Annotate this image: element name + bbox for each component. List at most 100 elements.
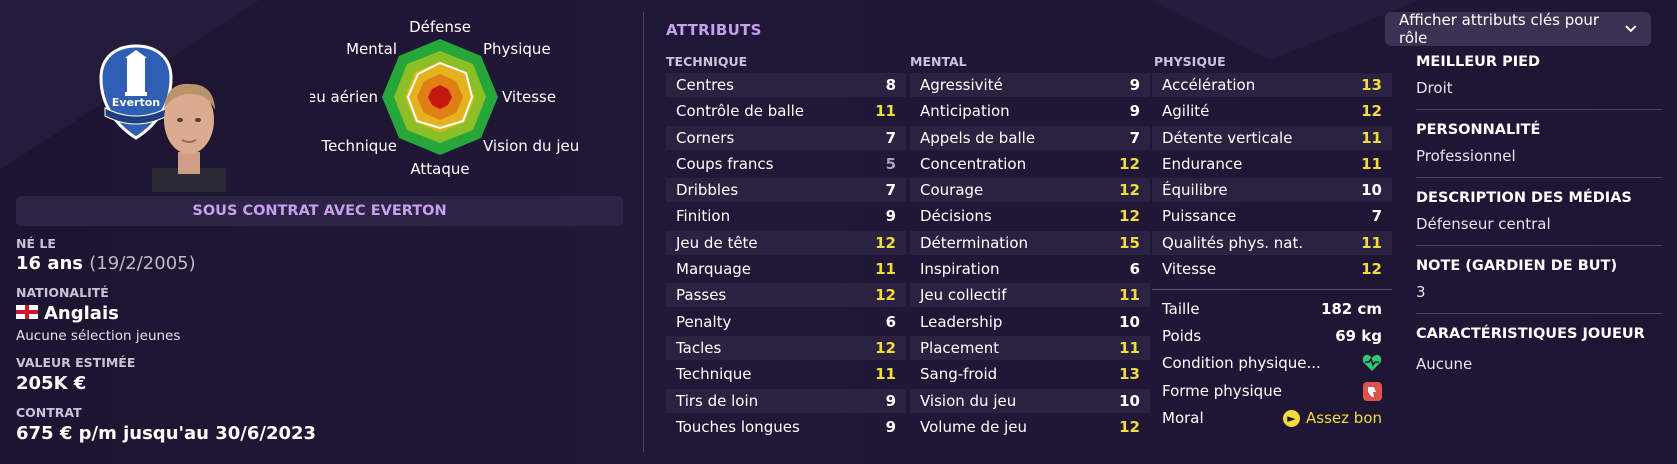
england-flag-icon (16, 305, 38, 319)
attribute-value: 12 (875, 338, 896, 357)
attribute-row[interactable]: Centres 8 (666, 73, 906, 97)
radar-label-mental: Mental (346, 40, 397, 58)
value-label: VALEUR ESTIMÉE (16, 355, 136, 370)
contract-banner-text: SOUS CONTRAT AVEC EVERTON (192, 203, 447, 219)
attribute-value: 12 (1119, 207, 1140, 226)
attribute-value: 12 (1361, 102, 1382, 121)
attribute-value: 5 (885, 154, 896, 173)
attribute-row[interactable]: Finition 9 (666, 204, 906, 228)
attribute-name: Centres (676, 76, 734, 94)
form-row[interactable]: Forme physique (1152, 378, 1392, 404)
attribute-row[interactable]: Décisions 12 (910, 204, 1150, 228)
attribute-name: Dribbles (676, 181, 739, 200)
attribute-value: 12 (1119, 181, 1140, 200)
attribute-value: 9 (1129, 102, 1140, 121)
attribute-row[interactable]: Contrôle de balle 11 (666, 99, 906, 123)
attribute-row[interactable]: Puissance 7 (1152, 204, 1392, 228)
attribute-row[interactable]: Vitesse 12 (1152, 257, 1392, 281)
attribute-value: 11 (1119, 338, 1140, 357)
attribute-row[interactable]: Dribbles 7 (666, 178, 906, 203)
contract-banner[interactable]: SOUS CONTRAT AVEC EVERTON (16, 196, 623, 226)
attribute-row[interactable]: Agilité 12 (1152, 99, 1392, 123)
dropdown-label: Afficher attributs clés pour rôle (1399, 11, 1600, 47)
sidebar-separator (1416, 109, 1662, 110)
player-portrait (152, 83, 226, 192)
attribute-row[interactable]: Appels de balle 7 (910, 125, 1150, 150)
attribute-row[interactable]: Courage 12 (910, 178, 1150, 203)
attributes-title: ATTRIBUTS (666, 21, 762, 39)
personality-value[interactable]: Professionnel (1416, 147, 1516, 165)
attribute-row[interactable]: Qualités phys. nat. 11 (1152, 230, 1392, 255)
attribute-row[interactable]: Tacles 12 (666, 335, 906, 360)
physique-list: Accélération 13 Agilité 12 Détente verticale… (1152, 73, 1392, 283)
attribute-value: 12 (875, 233, 896, 252)
attribute-value: 7 (1129, 128, 1140, 147)
radar-label-attaque: Attaque (410, 160, 469, 178)
attribute-row[interactable]: Leadership 10 (910, 310, 1150, 334)
attribute-row[interactable]: Tirs de loin 9 (666, 388, 906, 413)
attribute-row[interactable]: Équilibre 10 (1152, 178, 1392, 203)
attribute-name: Contrôle de balle (676, 102, 805, 121)
radar-label-vitesse: Vitesse (502, 88, 556, 106)
attribute-row[interactable]: Vision du jeu 10 (910, 388, 1150, 413)
radar-label-technique: Technique (320, 137, 397, 155)
attribute-name: Qualités phys. nat. (1162, 233, 1304, 252)
attribute-value: 7 (885, 181, 896, 200)
attribute-row[interactable]: Placement 11 (910, 335, 1150, 360)
gk-rating-label: NOTE (GARDIEN DE BUT) (1416, 258, 1618, 274)
attribute-row[interactable]: Technique 11 (666, 362, 906, 386)
attribute-value: 8 (885, 76, 896, 94)
condition-label: Condition physique... (1162, 354, 1321, 372)
attribute-row[interactable]: Anticipation 9 (910, 99, 1150, 123)
attribute-row[interactable]: Coups francs 5 (666, 152, 906, 176)
attribute-name: Touches longues (676, 417, 800, 436)
attribute-row[interactable]: Volume de jeu 12 (910, 415, 1150, 439)
attribute-name: Agressivité (920, 76, 1003, 94)
attribute-value: 10 (1119, 391, 1140, 410)
attribute-row[interactable]: Passes 12 (666, 283, 906, 308)
technique-header: TECHNIQUE (666, 54, 748, 69)
role-attributes-dropdown[interactable]: Afficher attributs clés pour rôle (1385, 11, 1651, 47)
best-foot-value: Droit (1416, 79, 1453, 97)
condition-row[interactable]: Condition physique... (1152, 350, 1392, 376)
attribute-name: Sang-froid (920, 365, 998, 384)
heart-icon (1362, 354, 1382, 371)
sidebar-separator (1416, 177, 1662, 178)
attribute-row[interactable]: Concentration 12 (910, 152, 1150, 176)
attribute-row[interactable]: Jeu de tête 12 (666, 230, 906, 255)
attribute-row[interactable]: Penalty 6 (666, 310, 906, 334)
arrow-right-icon: ► (1283, 410, 1301, 427)
attribute-value: 15 (1119, 233, 1140, 252)
attribute-value: 12 (1119, 154, 1140, 173)
attribute-name: Détermination (920, 233, 1029, 252)
nationality-value[interactable]: Anglais (16, 303, 119, 324)
morale-row[interactable]: Moral ► Assez bon (1152, 405, 1392, 431)
attribute-name: Anticipation (920, 102, 1010, 121)
attribute-value: 11 (875, 365, 896, 384)
attribute-row[interactable]: Détente verticale 11 (1152, 125, 1392, 150)
sidebar-separator (1416, 313, 1662, 314)
attribute-row[interactable]: Touches longues 9 (666, 415, 906, 439)
media-description-label: DESCRIPTION DES MÉDIAS (1416, 190, 1632, 206)
attribute-value: 12 (875, 286, 896, 305)
attribute-row[interactable]: Agressivité 9 (910, 73, 1150, 97)
attribute-name: Tacles (676, 338, 722, 357)
attribute-name: Technique (676, 365, 752, 384)
attribute-row[interactable]: Marquage 11 (666, 257, 906, 281)
attribute-row[interactable]: Inspiration 6 (910, 257, 1150, 281)
attribute-row[interactable]: Corners 7 (666, 125, 906, 150)
attribute-name: Décisions (920, 207, 992, 226)
attribute-row[interactable]: Endurance 11 (1152, 152, 1392, 176)
thumbs-down-icon (1363, 381, 1382, 401)
attribute-row[interactable]: Accélération 13 (1152, 73, 1392, 97)
height-value: 182 cm (1320, 300, 1382, 318)
attribute-value: 11 (1361, 128, 1382, 147)
player-traits-label: CARACTÉRISTIQUES JOUEUR (1416, 326, 1645, 342)
attribute-row[interactable]: Détermination 15 (910, 230, 1150, 255)
attribute-name: Jeu de tête (676, 233, 758, 252)
attribute-name: Appels de balle (920, 128, 1036, 147)
attribute-row[interactable]: Sang-froid 13 (910, 362, 1150, 386)
mental-header: MENTAL (910, 54, 967, 69)
attribute-row[interactable]: Jeu collectif 11 (910, 283, 1150, 308)
personality-label: PERSONNALITÉ (1416, 122, 1541, 138)
